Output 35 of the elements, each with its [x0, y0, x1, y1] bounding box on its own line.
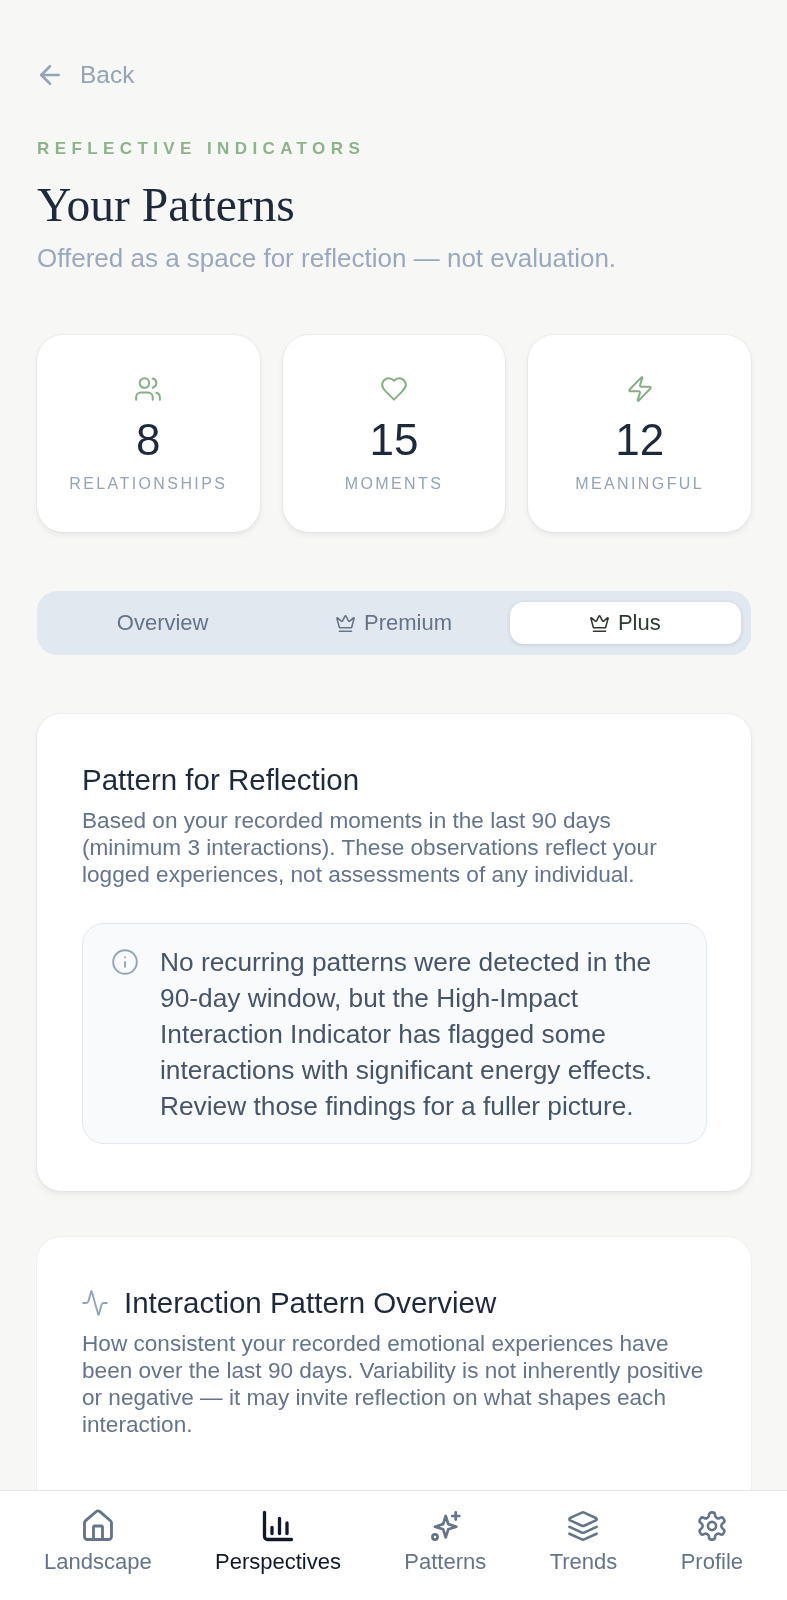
- stat-value: 15: [369, 415, 419, 464]
- settings-icon: [696, 1511, 727, 1541]
- card-description: Based on your recorded moments in the last 90 days (minimum 3 interactions). These observations reflect your logged experiences, not assessments of any individual.: [82, 807, 658, 888]
- crown-icon: [336, 613, 355, 633]
- card-description: How consistent your recorded emotional experiences have been over the last 90 days. Variability is not inherently positive or negative — it may invite reflection on what shapes each interaction.: [82, 1330, 705, 1438]
- tab[interactable]: Overview: [47, 602, 279, 644]
- home-icon: [82, 1511, 113, 1541]
- section-eyebrow: REFLECTIVE INDICATORS: [37, 139, 366, 159]
- sparkle-icon: [430, 1511, 461, 1541]
- crown-icon: [589, 613, 609, 633]
- tab[interactable]: Premium: [278, 602, 510, 644]
- stat-label: MEANINGFUL: [575, 473, 705, 494]
- nav-item[interactable]: Trends: [549, 1491, 618, 1591]
- nav-item[interactable]: Profile: [680, 1491, 743, 1591]
- tab[interactable]: Plus: [509, 602, 741, 644]
- people-icon: [135, 375, 162, 402]
- page-title: Your Patterns: [37, 179, 295, 231]
- card-title: Interaction Pattern Overview: [124, 1285, 497, 1321]
- info-icon: [112, 949, 138, 975]
- card-title: Pattern for Reflection: [82, 762, 360, 798]
- pulse-icon: [82, 1290, 108, 1316]
- page-subtitle: Offered as a space for reflection — not evaluation.: [37, 243, 617, 273]
- stat-value: 12: [615, 415, 665, 464]
- bar-chart-icon: [263, 1511, 293, 1541]
- lightning-icon: [626, 375, 653, 402]
- nav-item[interactable]: Perspectives: [215, 1491, 341, 1591]
- stat-label: MOMENTS: [344, 473, 444, 494]
- back-button[interactable]: Back: [37, 60, 135, 90]
- stat-value: 8: [136, 415, 161, 464]
- stat-label: RELATIONSHIPS: [69, 473, 228, 494]
- layers-icon: [568, 1511, 599, 1541]
- heart-icon: [381, 375, 407, 402]
- nav-item[interactable]: Patterns: [404, 1491, 487, 1591]
- info-text: No recurring patterns were detected in the 90-day window, but the High-Impact Interaction Indicator has flagged some interactions with significant energy effects. Review those findings for a fuller picture.: [160, 946, 654, 1123]
- nav-item[interactable]: Landscape: [44, 1491, 152, 1591]
